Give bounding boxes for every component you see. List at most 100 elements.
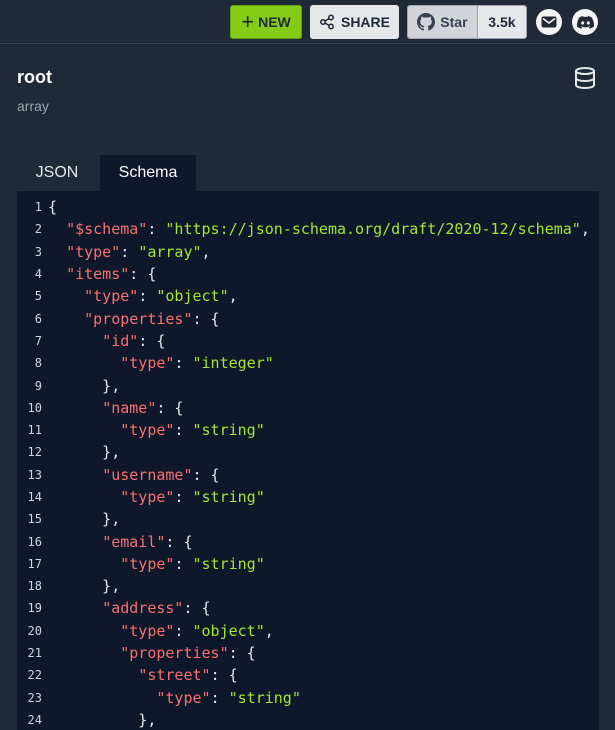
line-number: 5 — [34, 289, 42, 304]
code-punctuation — [48, 287, 84, 305]
line-number: 21 — [27, 646, 42, 661]
code-key: "type" — [120, 554, 175, 573]
line-number: 18 — [27, 579, 42, 594]
code-punctuation: , — [580, 220, 590, 239]
code-string: "integer" — [192, 354, 274, 373]
code-line: 21 "properties": { — [17, 642, 599, 664]
new-button[interactable]: + NEW — [230, 5, 302, 39]
line-number: 19 — [27, 601, 42, 616]
code-line: 13 "username": { — [17, 464, 599, 486]
plus-icon: + — [241, 9, 255, 34]
code-text: "street": { — [42, 666, 238, 685]
code-punctuation — [48, 354, 120, 372]
code-key: "properties" — [120, 644, 229, 663]
code-punctuation: : — [210, 688, 229, 707]
line-number: 23 — [27, 690, 42, 705]
github-star-button[interactable]: Star — [408, 6, 477, 38]
code-key: "type" — [120, 488, 175, 506]
code-punctuation — [48, 243, 66, 261]
line-number: 4 — [34, 267, 42, 282]
code-text: "properties": { — [42, 644, 255, 663]
star-count[interactable]: 3.5k — [476, 6, 526, 38]
code-punctuation: : — [174, 554, 193, 573]
code-key: "username" — [102, 465, 193, 484]
code-punctuation: }, — [48, 577, 121, 596]
code-key: "name" — [102, 398, 157, 417]
view-tabs: JSON Schema — [17, 155, 196, 191]
code-punctuation: : { — [183, 599, 211, 618]
code-punctuation: : — [120, 242, 139, 261]
code-punctuation — [48, 220, 66, 238]
code-punctuation: : { — [210, 666, 238, 685]
line-number: 13 — [27, 467, 42, 482]
code-line: 10 "name": { — [17, 397, 599, 419]
mail-icon — [541, 16, 557, 28]
code-text: "type": "object", — [42, 622, 274, 640]
code-text: "type": "integer" — [42, 354, 274, 372]
code-text: "type": "string" — [42, 555, 265, 573]
code-string: "string" — [192, 421, 265, 440]
schema-code-editor[interactable]: 1{ 2 "$schema": "https://json-schema.org/… — [17, 191, 599, 730]
code-text: "type": "object", — [42, 287, 238, 305]
code-punctuation: : { — [138, 331, 166, 350]
code-string: "object" — [156, 287, 229, 306]
github-star-widget: Star 3.5k — [407, 5, 527, 39]
code-text: }, — [42, 577, 120, 595]
code-punctuation — [48, 555, 120, 573]
code-punctuation — [48, 622, 120, 640]
code-key: "address" — [102, 599, 184, 618]
code-text: }, — [42, 510, 120, 528]
code-punctuation: , — [201, 242, 211, 261]
discord-button[interactable] — [572, 9, 598, 35]
code-line: 22 "street": { — [17, 664, 599, 686]
code-text: "type": "string" — [42, 488, 265, 506]
code-string: "string" — [192, 554, 265, 573]
discord-icon — [576, 15, 594, 29]
code-punctuation: : { — [129, 265, 157, 284]
code-line: 18 }, — [17, 575, 599, 597]
code-punctuation — [48, 310, 84, 328]
code-punctuation — [48, 666, 138, 684]
share-icon — [320, 14, 334, 30]
github-icon — [417, 13, 436, 31]
code-punctuation — [48, 644, 120, 662]
code-key: "street" — [138, 666, 211, 685]
code-text: "address": { — [42, 599, 211, 618]
code-line: 15 }, — [17, 508, 599, 530]
tab-schema[interactable]: Schema — [100, 155, 196, 191]
code-text: "email": { — [42, 533, 192, 551]
code-text: "items": { — [42, 265, 156, 283]
code-line: 20 "type": "object", — [17, 620, 599, 642]
code-text: "type": "array", — [42, 243, 211, 261]
code-line: 16 "email": { — [17, 530, 599, 552]
code-punctuation — [48, 421, 120, 439]
code-punctuation — [48, 689, 156, 707]
code-key: "type" — [84, 287, 139, 306]
line-number: 11 — [27, 423, 42, 438]
code-punctuation — [48, 265, 66, 283]
line-number: 9 — [34, 378, 42, 393]
code-string: "array" — [138, 242, 202, 261]
code-punctuation — [48, 533, 102, 551]
database-icon[interactable] — [573, 66, 597, 90]
line-number: 17 — [27, 556, 42, 571]
mail-button[interactable] — [536, 9, 562, 35]
code-punctuation — [48, 488, 120, 506]
tab-json[interactable]: JSON — [17, 155, 97, 191]
share-button[interactable]: SHARE — [310, 5, 399, 39]
line-number: 2 — [34, 222, 42, 237]
code-line: 1{ — [17, 196, 599, 218]
code-punctuation: }, — [48, 376, 121, 395]
code-punctuation: { — [48, 198, 58, 217]
code-line: 23 "type": "string" — [17, 687, 599, 709]
code-line: 12 }, — [17, 441, 599, 463]
line-number: 20 — [27, 623, 42, 638]
code-key: "type" — [66, 242, 121, 261]
code-line: 17 "type": "string" — [17, 553, 599, 575]
line-number: 24 — [27, 712, 42, 727]
code-key: "$schema" — [66, 220, 148, 239]
node-title: root — [17, 67, 52, 87]
line-number: 6 — [34, 311, 42, 326]
code-punctuation: : — [174, 621, 193, 640]
code-text: "$schema": "https://json-schema.org/draf… — [42, 220, 590, 238]
